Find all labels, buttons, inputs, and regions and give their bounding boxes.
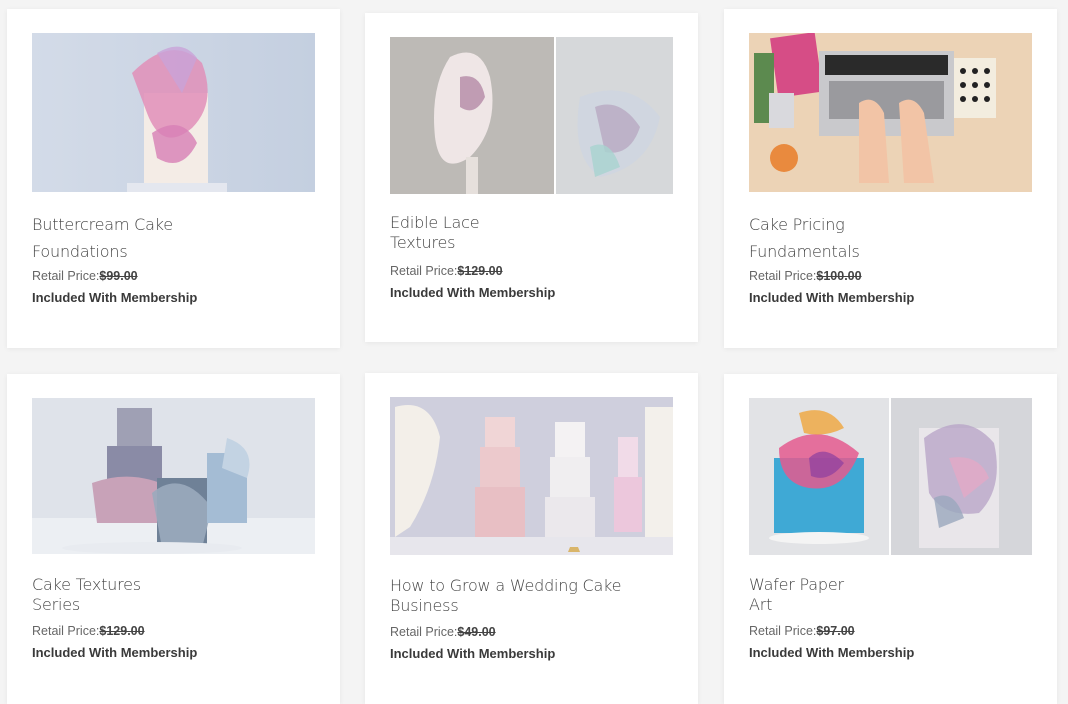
course-title[interactable]: Cake Pricing Fundamentals <box>749 211 860 265</box>
retail-price: Retail Price:$129.00 <box>32 624 145 638</box>
price-value: $100.00 <box>816 269 862 283</box>
course-card-cake-textures[interactable]: Cake Textures Series Retail Price:$129.0… <box>7 374 340 704</box>
retail-price: Retail Price:$99.00 <box>32 269 138 283</box>
retail-price: Retail Price:$49.00 <box>390 625 496 639</box>
price-value: $49.00 <box>457 625 496 639</box>
course-card-wafer-paper[interactable]: Wafer Paper Art Retail Price:$97.00 Incl… <box>724 374 1057 704</box>
retail-price: Retail Price:$129.00 <box>390 264 503 278</box>
course-image-wedding-business[interactable] <box>390 397 673 555</box>
retail-price: Retail Price:$100.00 <box>749 269 862 283</box>
price-value: $99.00 <box>99 269 138 283</box>
price-value: $129.00 <box>457 264 503 278</box>
course-title[interactable]: Edible Lace Textures <box>390 213 480 253</box>
course-card-buttercream[interactable]: Buttercream Cake Foundations Retail Pric… <box>7 9 340 348</box>
price-value: $97.00 <box>816 624 855 638</box>
course-image-cake-textures[interactable] <box>32 398 315 554</box>
course-title[interactable]: How to Grow a Wedding Cake Business <box>390 576 621 616</box>
membership-note: Included With Membership <box>749 290 915 305</box>
course-title[interactable]: Cake Textures Series <box>32 575 141 615</box>
membership-note: Included With Membership <box>390 646 556 661</box>
course-image-edible-lace[interactable] <box>390 37 673 194</box>
course-image-buttercream[interactable] <box>32 33 315 192</box>
price-value: $129.00 <box>99 624 145 638</box>
membership-note: Included With Membership <box>390 285 556 300</box>
retail-price: Retail Price:$97.00 <box>749 624 855 638</box>
course-card-edible-lace[interactable]: Edible Lace Textures Retail Price:$129.0… <box>365 13 698 342</box>
course-image-wafer-paper[interactable] <box>749 398 1032 555</box>
course-title[interactable]: Buttercream Cake Foundations <box>32 211 173 265</box>
course-card-wedding-business[interactable]: How to Grow a Wedding Cake Business Reta… <box>365 373 698 704</box>
course-image-cake-pricing[interactable] <box>749 33 1032 192</box>
course-card-cake-pricing[interactable]: Cake Pricing Fundamentals Retail Price:$… <box>724 9 1057 348</box>
course-title[interactable]: Wafer Paper Art <box>749 575 844 615</box>
membership-note: Included With Membership <box>32 290 198 305</box>
membership-note: Included With Membership <box>749 645 915 660</box>
membership-note: Included With Membership <box>32 645 198 660</box>
